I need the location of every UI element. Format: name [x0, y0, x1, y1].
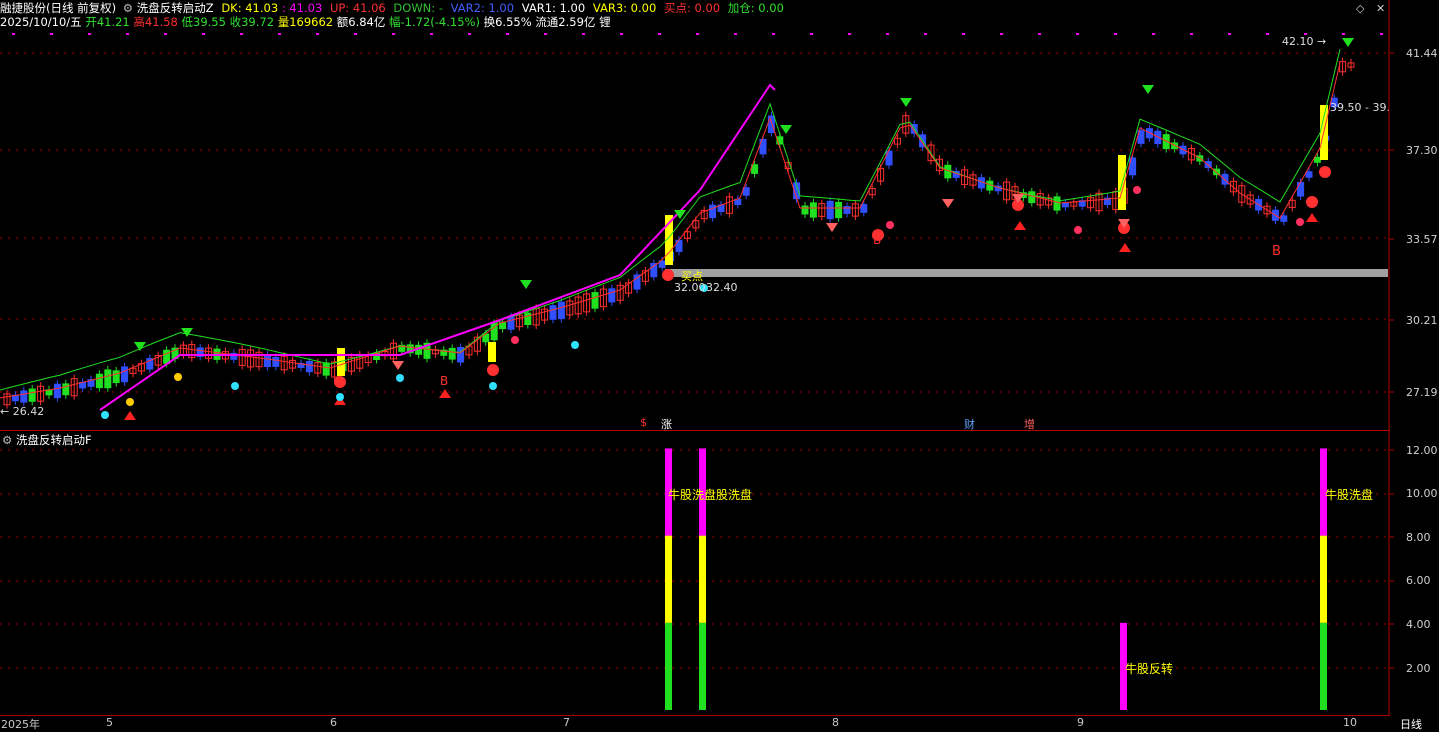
date-label-jun: 6 [330, 716, 337, 729]
b-signal-2: B [873, 233, 882, 247]
quote-open: 开41.21 [85, 15, 130, 29]
quote-close: 收39.72 [229, 15, 275, 29]
ind-text-1: 牛股洗盘 [668, 488, 717, 502]
quote-float: 流通2.59亿 [535, 15, 596, 29]
ind-text-4: 牛股洗盘 [1325, 488, 1374, 502]
indicator-header: 融捷股份(日线 前复权) ⚙ 洗盘反转启动Z DK: 41.03 : 41.03… [0, 1, 784, 16]
quote-sector: 锂 [599, 15, 611, 29]
down-value: DOWN: - [393, 1, 443, 15]
indicator-grid [0, 449, 1388, 669]
dk-value-2: : 41.03 [281, 1, 323, 15]
indicator-bars [665, 448, 1327, 710]
candlestick-chart[interactable] [0, 30, 1390, 430]
date-label-may: 5 [106, 716, 113, 729]
ind-tick-6: 2.00 [1406, 662, 1431, 675]
time-axis: 2025年 5 6 7 8 9 10 日线 [0, 715, 1439, 731]
buy-value: 买点: 0.00 [663, 1, 721, 15]
price-tick-4: 30.21 [1406, 314, 1438, 327]
date-label-oct: 10 [1343, 716, 1357, 729]
ind-text-2: 股洗盘 [716, 488, 753, 502]
quote-turnover: 换6.55% [483, 15, 532, 29]
candles [3, 57, 1355, 409]
date-label-jul: 7 [563, 716, 570, 729]
indicator-chart[interactable] [0, 431, 1390, 716]
settings-icon[interactable]: ⚙ [123, 1, 133, 15]
range-mark: 39.50 - 39. [1330, 101, 1390, 114]
support-band [665, 269, 1388, 277]
close-icon[interactable]: ✕ [1376, 2, 1385, 15]
diamond-icon[interactable]: ◇ [1356, 2, 1364, 15]
var3-value: VAR3: 0.00 [592, 1, 657, 15]
price-tick-5: 27.19 [1406, 386, 1438, 399]
quote-amount: 额6.84亿 [336, 15, 386, 29]
price-tick-3: 33.57 [1406, 233, 1438, 246]
dk-value: DK: 41.03 [221, 1, 279, 15]
ind-tick-4: 6.00 [1406, 574, 1431, 587]
date-label-sep: 9 [1077, 716, 1084, 729]
ind-tick-5: 4.00 [1406, 618, 1431, 631]
add-value: 加仓: 0.00 [727, 1, 784, 15]
quote-volume: 量169662 [277, 15, 334, 29]
low-mark-value: 26.42 [12, 405, 45, 418]
event-dollar[interactable]: $ [640, 416, 647, 429]
up-value: UP: 41.06 [329, 1, 386, 15]
quote-line: 2025/10/10/五 开41.21 高41.58 低39.55 收39.72… [0, 15, 611, 30]
price-b: 32.40 [706, 281, 738, 294]
quote-date: 2025/10/10/五 [0, 15, 82, 29]
ind-tick-1: 12.00 [1406, 444, 1438, 457]
signal-markers [101, 38, 1354, 420]
ind-text-3: 牛股反转 [1125, 662, 1174, 676]
high-mark: 42.10 → [1282, 35, 1327, 48]
price-tick-1: 41.44 [1406, 47, 1438, 60]
b-signal-1: B [440, 374, 449, 388]
date-label-aug: 8 [832, 716, 839, 729]
indicator-name[interactable]: 洗盘反转启动Z [137, 1, 214, 15]
price-a: 32.00 [674, 281, 706, 294]
var2-value: VAR2: 1.00 [450, 1, 515, 15]
right-axis [1388, 0, 1394, 716]
quote-high: 高41.58 [133, 15, 178, 29]
low-mark: ← 26.42 [0, 405, 45, 418]
var1-value: VAR1: 1.00 [521, 1, 586, 15]
ind-tick-3: 8.00 [1406, 531, 1431, 544]
b-signal-3: B [1272, 244, 1281, 259]
quote-change: 幅-1.72(-4.15%) [389, 15, 480, 29]
high-mark-value: 42.10 [1282, 35, 1314, 48]
stock-name[interactable]: 融捷股份(日线 前复权) [0, 1, 116, 15]
price-tick-2: 37.30 [1406, 144, 1438, 157]
quote-low: 低39.55 [181, 15, 226, 29]
ind-tick-2: 10.00 [1406, 487, 1438, 500]
